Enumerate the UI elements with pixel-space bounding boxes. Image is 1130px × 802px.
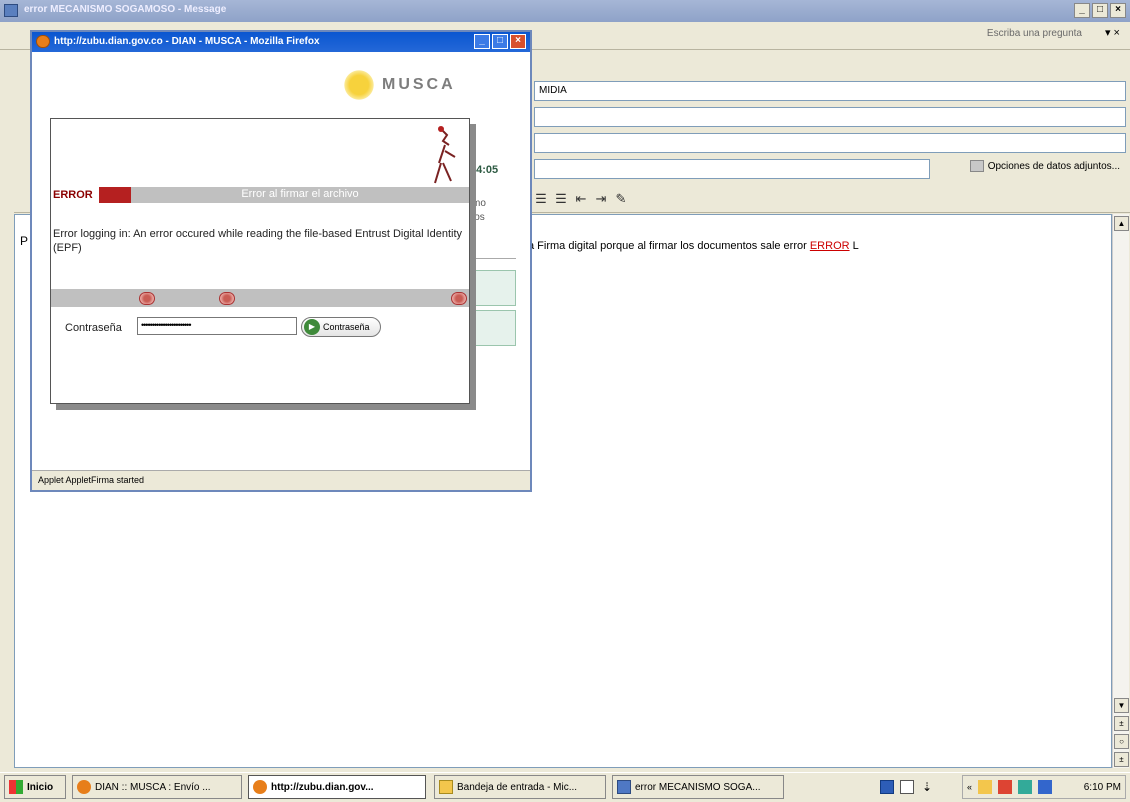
firefox-titlebar: http://zubu.dian.gov.co - DIAN - MUSCA -… (32, 32, 530, 52)
minimize-icon[interactable]: _ (474, 34, 490, 49)
sun-icon (342, 68, 376, 102)
taskbar-item-label: error MECANISMO SOGA... (635, 781, 761, 793)
bullet-list-icon[interactable]: ☰ (554, 191, 568, 207)
password-input[interactable]: ••••••••••••••••••••••• (137, 317, 297, 335)
go-icon: ▶ (304, 319, 320, 335)
password-label: Contraseña (65, 322, 122, 334)
body-text-error: ERROR (809, 240, 850, 252)
browse-object-icon[interactable]: ○ (1114, 734, 1129, 749)
round-button-icon[interactable] (219, 292, 235, 305)
error-dialog: ERROR Error al firmar el archivo Error l… (50, 118, 470, 404)
round-button-icon[interactable] (139, 292, 155, 305)
side-text: mo (472, 198, 486, 209)
error-label: ERROR (53, 189, 93, 201)
numbered-list-icon[interactable]: ☰ (534, 191, 548, 207)
body-text-prefix: a Firma digital porque al firmar los doc… (528, 240, 810, 252)
taskbar-item[interactable]: Bandeja de entrada - Mic... (434, 775, 606, 799)
body-text-suffix: L (849, 240, 859, 252)
taskbar-item-label: Bandeja de entrada - Mic... (457, 781, 578, 793)
taskbar-item[interactable]: http://zubu.dian.gov... (248, 775, 426, 799)
close-pane-icon[interactable]: ▾ × (1105, 26, 1120, 39)
maximize-icon[interactable]: □ (1092, 3, 1108, 18)
next-item-icon[interactable]: ± (1114, 752, 1129, 767)
musca-logo-text: MUSCA (382, 76, 456, 93)
firefox-icon (36, 35, 50, 48)
outlook-app-icon (4, 4, 18, 17)
side-panel-box (472, 310, 516, 346)
tray-icon[interactable] (1038, 780, 1053, 794)
error-button-bar (51, 289, 469, 307)
vertical-scrollbar[interactable]: ▲ ▼ ± ○ ± (1112, 214, 1129, 768)
password-submit-button[interactable]: ▶ Contraseña (301, 317, 381, 337)
attach-field[interactable] (534, 159, 930, 179)
outlook-window-controls: _ □ × (1074, 3, 1126, 18)
firefox-window-controls: _ □ × (474, 34, 526, 49)
help-question-box[interactable]: Escriba una pregunta (987, 28, 1082, 39)
side-text: los (472, 212, 485, 223)
scroll-down-icon[interactable]: ▼ (1114, 698, 1129, 713)
close-icon[interactable]: × (510, 34, 526, 49)
cc-field[interactable] (534, 107, 1126, 127)
tray-chevron-icon[interactable]: « (967, 782, 972, 792)
inbox-icon (439, 780, 453, 794)
password-button-label: Contraseña (323, 322, 370, 332)
paperclip-icon (969, 160, 984, 172)
help-icon[interactable] (900, 780, 914, 794)
previous-item-icon[interactable]: ± (1114, 716, 1129, 731)
attachment-options-label: Opciones de datos adjuntos... (987, 160, 1120, 172)
status-bar: Applet AppletFirma started (32, 470, 530, 490)
firefox-icon (253, 780, 267, 794)
increase-indent-icon[interactable]: ⇥ (594, 191, 608, 207)
error-title: Error al firmar el archivo (241, 188, 359, 200)
taskbar-item-label: DIAN :: MUSCA : Envío ... (95, 781, 211, 793)
error-message: Error logging in: An error occured while… (53, 228, 463, 254)
taskbar-item[interactable]: DIAN :: MUSCA : Envío ... (72, 775, 242, 799)
system-tray: « 6:10 PM (962, 775, 1126, 799)
quicklaunch-icon[interactable] (880, 780, 894, 794)
pin-icon[interactable]: ⇣ (922, 780, 932, 794)
firefox-icon (77, 780, 91, 794)
firefox-window-title: http://zubu.dian.gov.co - DIAN - MUSCA -… (54, 36, 320, 47)
minimize-icon[interactable]: _ (1074, 3, 1090, 18)
message-icon (617, 780, 631, 794)
start-label: Inicio (27, 781, 54, 793)
taskbar-item-label: http://zubu.dian.gov... (271, 781, 374, 793)
scroll-up-icon[interactable]: ▲ (1114, 216, 1129, 231)
outlook-titlebar: error MECANISMO SOGAMOSO - Message _ □ × (0, 0, 1130, 22)
musca-logo: MUSCA (342, 68, 456, 102)
close-icon[interactable]: × (1110, 3, 1126, 18)
tray-icon[interactable] (998, 780, 1013, 794)
tray-icon[interactable] (1018, 780, 1033, 794)
body-first-letter: P (20, 234, 29, 248)
tray-icon[interactable] (978, 780, 993, 794)
taskbar-item[interactable]: error MECANISMO SOGA... (612, 775, 784, 799)
outlook-window-title: error MECANISMO SOGAMOSO - Message (24, 4, 227, 15)
windows-flag-icon (9, 780, 23, 794)
message-body-text: a Firma digital porque al firmar los doc… (528, 240, 859, 252)
side-panel-box (472, 270, 516, 306)
highlight-icon[interactable]: ✎ (614, 191, 628, 207)
decrease-indent-icon[interactable]: ⇤ (574, 191, 588, 207)
subject-field[interactable] (534, 133, 1126, 153)
maximize-icon[interactable]: □ (492, 34, 508, 49)
round-button-icon[interactable] (451, 292, 467, 305)
clock: 6:10 PM (1083, 781, 1121, 793)
signature-figure-icon (434, 126, 456, 184)
session-time: 54:05 (470, 164, 499, 176)
to-field[interactable]: MIDIA (534, 81, 1126, 101)
attachment-options-button[interactable]: Opciones de datos adjuntos... (969, 160, 1120, 172)
divider (472, 258, 516, 259)
start-button[interactable]: Inicio (4, 775, 66, 799)
